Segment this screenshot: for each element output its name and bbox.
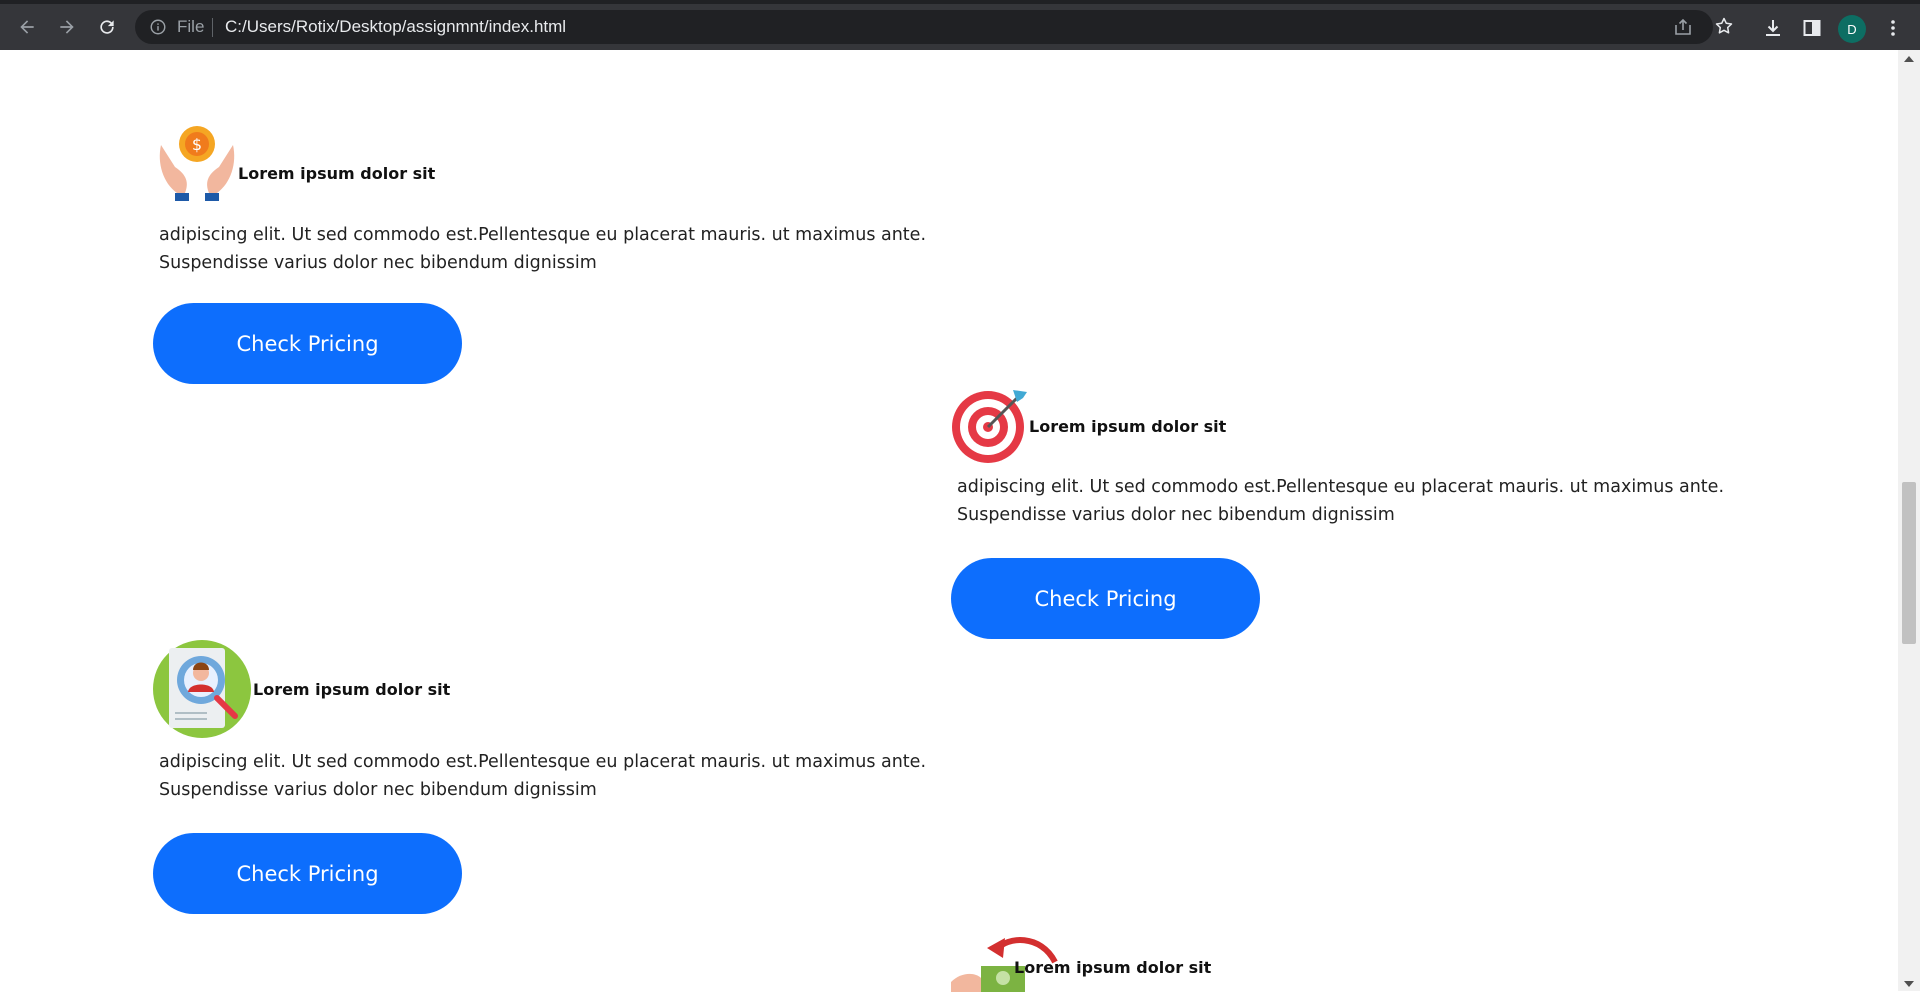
card-title: Lorem ipsum dolor sit <box>238 163 436 183</box>
back-icon[interactable] <box>12 12 42 42</box>
info-icon[interactable] <box>149 18 167 36</box>
reload-icon[interactable] <box>92 12 122 42</box>
check-pricing-button[interactable]: Check Pricing <box>153 833 462 914</box>
profile-avatar[interactable]: D <box>1838 15 1866 43</box>
card-title: Lorem ipsum dolor sit <box>253 679 451 699</box>
card-text-line: adipiscing elit. Ut sed commodo est.Pell… <box>957 477 1725 497</box>
feature-card-3: Lorem ipsum dolor sit adipiscing elit. U… <box>153 640 926 804</box>
forward-icon[interactable] <box>52 12 82 42</box>
card-text-line: adipiscing elit. Ut sed commodo est.Pell… <box>159 752 927 772</box>
card-text-line: adipiscing elit. Ut sed commodo est.Pell… <box>159 225 927 245</box>
scroll-up-arrow-icon[interactable] <box>1904 56 1914 62</box>
address-bar[interactable]: File C:/Users/Rotix/Desktop/assignmnt/in… <box>135 10 1733 44</box>
scroll-thumb[interactable] <box>1902 482 1916 644</box>
money-hands-icon: $ <box>155 123 241 209</box>
profile-search-icon <box>153 640 251 738</box>
download-icon[interactable] <box>1762 17 1784 39</box>
side-panel-icon[interactable] <box>1801 17 1823 39</box>
svg-text:$: $ <box>192 135 202 154</box>
menu-icon[interactable] <box>1882 17 1904 39</box>
feature-card-2: Lorem ipsum dolor sit adipiscing elit. U… <box>951 386 1724 529</box>
protocol-label: File <box>177 17 205 36</box>
card-title: Lorem ipsum dolor sit <box>1014 957 1212 977</box>
card-title: Lorem ipsum dolor sit <box>1029 416 1227 436</box>
scroll-down-arrow-icon[interactable] <box>1904 981 1914 987</box>
check-pricing-button[interactable]: Check Pricing <box>153 303 462 384</box>
share-icon[interactable] <box>1673 17 1693 37</box>
feature-card-1: $ Lorem ipsum dolor sit adipiscing elit.… <box>155 123 926 277</box>
check-pricing-button[interactable]: Check Pricing <box>951 558 1260 639</box>
target-dart-icon <box>951 386 1029 466</box>
card-text-line: Suspendisse varius dolor nec bibendum di… <box>159 780 597 800</box>
url-text[interactable]: C:/Users/Rotix/Desktop/assignmnt/index.h… <box>225 17 566 37</box>
feature-card-4: Lorem ipsum dolor sit <box>951 932 1211 992</box>
bookmark-star-icon[interactable] <box>1714 16 1734 36</box>
card-text-line: Suspendisse varius dolor nec bibendum di… <box>159 253 597 273</box>
card-text-line: Suspendisse varius dolor nec bibendum di… <box>957 505 1395 525</box>
browser-toolbar: File C:/Users/Rotix/Desktop/assignmnt/in… <box>0 0 1920 50</box>
page-scrollbar[interactable] <box>1898 50 1920 991</box>
omnibox-divider <box>212 18 213 37</box>
